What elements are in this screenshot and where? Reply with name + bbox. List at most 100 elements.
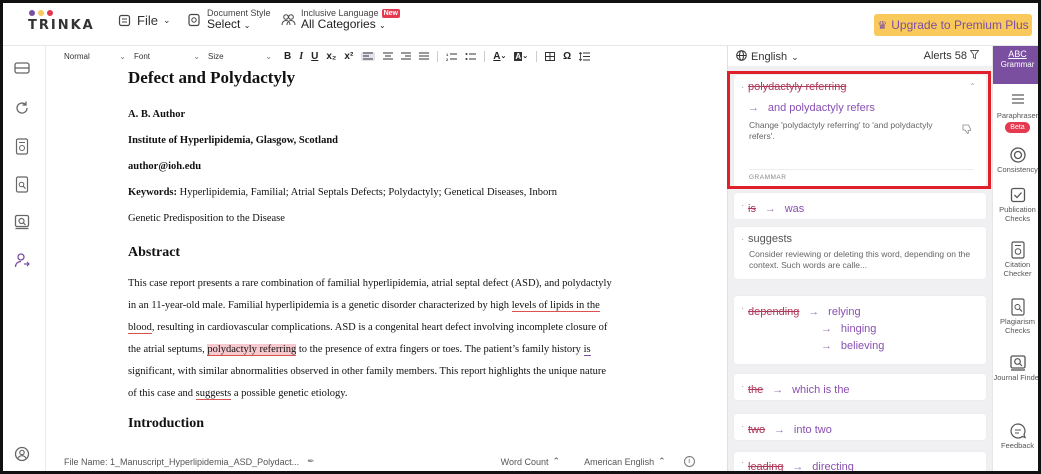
grammar-tab[interactable]: ABC Grammar [993, 46, 1041, 84]
panel-language-select[interactable]: English ⌄ [736, 50, 799, 64]
alert-original: suggests [748, 233, 793, 245]
arrow-icon: → [764, 203, 776, 215]
alert-replacement[interactable]: relying [828, 306, 860, 318]
toolbar-divider [536, 50, 538, 62]
paraphraser-tab[interactable]: Paraphraser Beta [993, 92, 1041, 133]
document-keywords: Keywords: Hyperlipidemia, Familial; Atri… [128, 187, 557, 198]
italic-button[interactable]: I [299, 51, 303, 62]
formatting-toolbar: Normal ⌄ Font ⌄ Size ⌄ B I U x₂ x² 12 A ⌄… [46, 46, 727, 66]
chevron-down-icon: ⌄ [193, 51, 200, 61]
citation-checker-tab[interactable]: Citation Checker [993, 241, 1041, 278]
feedback-label: Feedback [1001, 441, 1034, 450]
font-color-button[interactable]: A ⌄ [493, 51, 506, 62]
bullet-icon: · [741, 421, 745, 432]
bold-button[interactable]: B [284, 51, 291, 62]
journal-finder-icon [1009, 354, 1027, 372]
align-left-button[interactable] [361, 51, 376, 61]
edit-filename-icon[interactable]: ✒ [307, 456, 315, 467]
alert-card[interactable]: · suggests Consider reviewing or deletin… [734, 227, 986, 279]
alert-card[interactable]: · depending → relying → hinging → believ… [734, 296, 986, 364]
publication-checks-tab[interactable]: Publication Checks [993, 186, 1041, 223]
info-icon[interactable]: i [683, 456, 695, 467]
highlighted-flagged-text[interactable]: polydactyly referring [207, 344, 297, 356]
word-count-toggle[interactable]: Word Count ⌃ [501, 456, 560, 467]
document-style-select[interactable]: Document Style Select ⌄ [186, 8, 271, 31]
trinka-logo[interactable]: TRINKA [28, 10, 93, 40]
paraphraser-label: Paraphraser [996, 111, 1039, 120]
upgrade-premium-button[interactable]: ♛ Upgrade to Premium Plus [874, 14, 1032, 36]
consistency-tab[interactable]: Consistency [993, 146, 1041, 174]
alert-card[interactable]: · is → was [734, 193, 986, 219]
line-spacing-icon[interactable] [579, 51, 591, 61]
alert-card[interactable]: · the → which is the [734, 374, 986, 400]
consistency-icon [1009, 146, 1027, 164]
right-rail: ABC Grammar Paraphraser Beta Consistency… [992, 46, 1041, 474]
file-menu[interactable]: File ⌄ [116, 12, 171, 28]
alert-replacement[interactable]: was [785, 203, 805, 215]
arrow-icon: → [772, 384, 784, 396]
bullet-icon: · [741, 200, 745, 211]
document-style-icon [186, 12, 202, 28]
thumbs-down-icon[interactable] [962, 121, 972, 139]
collapse-chevron-icon[interactable]: ⌃ [969, 82, 976, 91]
chevron-down-icon: ⌄ [119, 51, 126, 61]
underline-button[interactable]: U [311, 51, 318, 62]
upgrade-premium-label: Upgrade to Premium Plus [891, 18, 1029, 32]
alert-replacement[interactable]: and polydactyly refers [768, 102, 875, 114]
beta-badge: Beta [1005, 122, 1030, 133]
account-icon[interactable] [12, 444, 32, 464]
bullet-list-button[interactable] [465, 52, 477, 61]
alert-replacement[interactable]: which is the [792, 384, 849, 396]
journal-finder-tab[interactable]: Journal Finder [993, 354, 1041, 382]
flagged-text[interactable]: blood [128, 322, 152, 334]
alert-card-grammar[interactable]: · polydactyly referring ⌃ → and polydact… [734, 75, 986, 187]
alert-description: Consider reviewing or deleting this word… [749, 249, 971, 270]
plagiarism-rail-icon[interactable] [12, 174, 32, 194]
journal-finder-rail-icon[interactable] [12, 212, 32, 232]
alert-card[interactable]: · two → into two [734, 414, 986, 440]
font-dropdown[interactable]: Font ⌄ [134, 52, 200, 61]
paragraph-style-dropdown[interactable]: Normal ⌄ [64, 52, 126, 61]
special-character-button[interactable]: Ω [563, 51, 571, 62]
inclusive-language-value: All Categories [301, 17, 376, 31]
arrow-icon: → [821, 340, 832, 352]
arrow-icon: → [774, 424, 786, 436]
sync-icon[interactable] [12, 98, 32, 118]
align-center-button[interactable] [383, 52, 394, 61]
alert-card[interactable]: · leading → directing [734, 452, 986, 474]
alert-replacement[interactable]: directing [812, 461, 854, 473]
flagged-text[interactable]: suggests [195, 388, 232, 400]
arrow-icon: → [808, 306, 820, 318]
plagiarism-checks-tab[interactable]: Plagiarism Checks [993, 298, 1041, 335]
feedback-tab[interactable]: Feedback [993, 422, 1041, 450]
keywords-label: Keywords: [128, 187, 177, 198]
abstract-line: the atrial septums, polydactyly referrin… [128, 344, 591, 356]
document-institute: Institute of Hyperlipidemia, Glasgow, Sc… [128, 135, 339, 146]
alert-replacement[interactable]: believing [841, 340, 884, 352]
alert-replacement[interactable]: hinging [841, 323, 876, 335]
inbox-icon[interactable] [12, 58, 32, 78]
flagged-text[interactable]: is [583, 344, 591, 356]
superscript-button[interactable]: x² [344, 51, 353, 62]
align-right-button[interactable] [401, 52, 412, 61]
abstract-text: , resulting in cardiovascular complicati… [151, 322, 608, 333]
file-icon [116, 12, 132, 28]
file-label: File [137, 12, 158, 28]
bullet-icon: · [741, 234, 745, 245]
subscript-button[interactable]: x₂ [326, 51, 336, 62]
align-justify-button[interactable] [419, 52, 430, 61]
citation-rail-icon[interactable] [12, 136, 32, 156]
document-keywords-line2: Genetic Predisposition to the Disease [128, 213, 285, 224]
highlight-color-button[interactable]: A ⌄ [514, 51, 528, 61]
alert-description: Change 'polydactyly referring' to 'and p… [749, 120, 933, 141]
alert-replacement[interactable]: into two [794, 424, 832, 436]
inclusive-language-select[interactable]: Inclusive Language New All Categories ⌄ [280, 8, 400, 31]
user-share-icon[interactable] [12, 250, 32, 270]
size-dropdown[interactable]: Size ⌄ [208, 52, 272, 61]
size-label: Size [208, 51, 224, 61]
language-toggle[interactable]: American English ⌃ [584, 456, 666, 467]
alerts-count[interactable]: Alerts 58 [924, 50, 980, 62]
table-icon[interactable] [545, 51, 556, 61]
numbered-list-button[interactable]: 12 [446, 52, 458, 61]
flagged-text[interactable]: levels of lipids in the [511, 300, 600, 312]
